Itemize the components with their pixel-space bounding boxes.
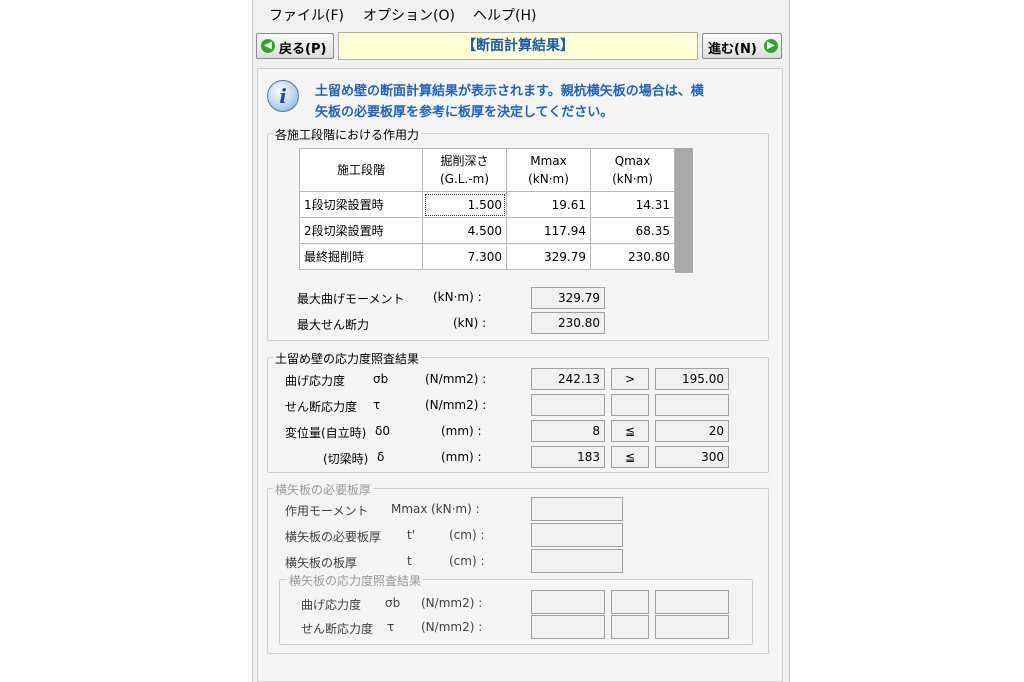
- cell-depth[interactable]: 4.500: [422, 217, 507, 244]
- max-moment-label: 最大曲げモーメント: [297, 292, 405, 306]
- cell-qmax[interactable]: 14.31: [590, 191, 675, 218]
- displacement-strut-symbol: δ: [377, 450, 385, 464]
- app-window: ファイル(F) オプション(O) ヘルプ(H) ◀ 戻る(P) 【断面計算結果】…: [252, 0, 790, 682]
- lagging-shear-label: せん断応力度: [301, 622, 374, 636]
- shear-stress-symbol: τ: [373, 398, 381, 412]
- lagging-bending-comparison: [611, 590, 649, 614]
- menu-options[interactable]: オプション(O): [363, 5, 455, 25]
- row-stage: 2段切梁設置時: [299, 217, 423, 244]
- info-icon: i: [267, 80, 299, 112]
- shear-stress-comparison: [611, 394, 649, 416]
- wall-check-title: 土留め壁の応力度照査結果: [273, 350, 422, 367]
- col-header-depth: 掘削深さ (G.L.-m): [422, 148, 507, 192]
- shear-stress-value: [531, 394, 605, 416]
- shear-stress-limit: [655, 394, 729, 416]
- arrow-right-icon: ▶: [764, 39, 778, 53]
- page-title: 【断面計算結果】: [338, 32, 698, 60]
- bending-stress-label: 曲げ応力度: [285, 374, 346, 388]
- lagging-moment-label: 作用モーメント: [285, 504, 369, 518]
- table-scrollbar[interactable]: [675, 148, 693, 273]
- lagging-shear-limit: [655, 615, 729, 639]
- menu-help[interactable]: ヘルプ(H): [473, 5, 536, 25]
- lagging-thickness-label: 横矢板の板厚: [285, 556, 358, 570]
- shear-stress-unit: (N/mm2) :: [425, 398, 487, 412]
- info-text-line2: 矢板の必要板厚を参考に板厚を決定してください。: [315, 105, 614, 120]
- displacement-self-unit: (mm) :: [441, 424, 482, 438]
- back-button[interactable]: ◀ 戻る(P): [256, 33, 334, 59]
- bending-stress-limit: 195.00: [655, 368, 729, 390]
- lagging-required-thickness-unit: (cm) :: [449, 528, 485, 542]
- max-moment-value: 329.79: [531, 287, 605, 309]
- lagging-bending-label: 曲げ応力度: [301, 598, 362, 612]
- col-header-qmax: Qmax (kN·m): [590, 148, 675, 192]
- displacement-strut-value: 183: [531, 446, 605, 468]
- arrow-left-icon: ◀: [261, 39, 275, 53]
- max-shear-value: 230.80: [531, 312, 605, 334]
- lagging-bending-value: [531, 590, 605, 614]
- lagging-thickness-unit: (cm) :: [449, 554, 485, 568]
- lagging-bending-limit: [655, 590, 729, 614]
- stage-forces-table[interactable]: 施工段階 掘削深さ (G.L.-m) Mmax (kN·m) Qmax (kN·m) …: [299, 148, 675, 270]
- displacement-self-limit: 20: [655, 420, 729, 442]
- lagging-required-thickness-value: [531, 523, 623, 547]
- cell-mmax[interactable]: 19.61: [506, 191, 591, 218]
- cell-depth[interactable]: 7.300: [422, 243, 507, 270]
- max-moment-unit: (kN·m) :: [433, 290, 482, 304]
- displacement-strut-limit: 300: [655, 446, 729, 468]
- lagging-title: 横矢板の必要板厚: [273, 481, 374, 498]
- lagging-check-title: 横矢板の応力度照査結果: [287, 572, 424, 589]
- bending-stress-unit: (N/mm2) :: [425, 372, 487, 386]
- info-text-line1: 土留め壁の断面計算結果が表示されます。親杭横矢板の場合は、横: [315, 84, 704, 99]
- displacement-self-comparison: ≦: [611, 420, 649, 442]
- lagging-shear-unit: (N/mm2) :: [421, 620, 483, 634]
- bending-stress-comparison: >: [611, 368, 649, 390]
- lagging-required-thickness-label: 横矢板の必要板厚: [285, 530, 382, 544]
- displacement-self-symbol: δ0: [375, 424, 390, 438]
- displacement-self-label: 変位量(自立時): [285, 426, 367, 440]
- cell-qmax[interactable]: 230.80: [590, 243, 675, 270]
- lagging-required-thickness-symbol: t': [407, 528, 416, 542]
- col-header-stage: 施工段階: [299, 148, 423, 192]
- stage-forces-title: 各施工段階における作用力: [273, 126, 422, 143]
- cell-mmax[interactable]: 117.94: [506, 217, 591, 244]
- lagging-moment-unit: (kN·m) :: [431, 502, 480, 516]
- lagging-moment-value: [531, 497, 623, 521]
- table-row[interactable]: 1段切梁設置時 1.500 19.61 14.31: [299, 191, 675, 218]
- lagging-moment-symbol: Mmax: [391, 502, 428, 516]
- col-header-mmax: Mmax (kN·m): [506, 148, 591, 192]
- menu-file[interactable]: ファイル(F): [269, 5, 344, 25]
- max-shear-label: 最大せん断力: [297, 318, 370, 332]
- max-shear-unit: (kN) :: [453, 316, 487, 330]
- lagging-bending-symbol: σb: [385, 596, 401, 610]
- table-row[interactable]: 最終掘削時 7.300 329.79 230.80: [299, 243, 675, 270]
- lagging-thickness-symbol: t: [407, 554, 412, 568]
- displacement-self-value: 8: [531, 420, 605, 442]
- displacement-strut-unit: (mm) :: [441, 450, 482, 464]
- cell-depth[interactable]: 1.500: [422, 191, 507, 218]
- row-stage: 最終掘削時: [299, 243, 423, 270]
- displacement-strut-comparison: ≦: [611, 446, 649, 468]
- lagging-shear-symbol: τ: [387, 620, 395, 634]
- next-button[interactable]: 進む(N) ▶: [702, 33, 782, 59]
- table-header-row: 施工段階 掘削深さ (G.L.-m) Mmax (kN·m) Qmax (kN·m): [299, 148, 675, 192]
- lagging-thickness-value: [531, 549, 623, 573]
- cell-mmax[interactable]: 329.79: [506, 243, 591, 270]
- bending-stress-symbol: σb: [373, 372, 389, 386]
- lagging-bending-unit: (N/mm2) :: [421, 596, 483, 610]
- displacement-strut-label: (切梁時): [323, 452, 369, 466]
- next-button-label: 進む(N): [708, 42, 757, 57]
- lagging-shear-comparison: [611, 615, 649, 639]
- shear-stress-label: せん断応力度: [285, 400, 358, 414]
- back-button-label: 戻る(P): [279, 42, 327, 57]
- lagging-shear-value: [531, 615, 605, 639]
- cell-qmax[interactable]: 68.35: [590, 217, 675, 244]
- row-stage: 1段切梁設置時: [299, 191, 423, 218]
- table-row[interactable]: 2段切梁設置時 4.500 117.94 68.35: [299, 217, 675, 244]
- bending-stress-value: 242.13: [531, 368, 605, 390]
